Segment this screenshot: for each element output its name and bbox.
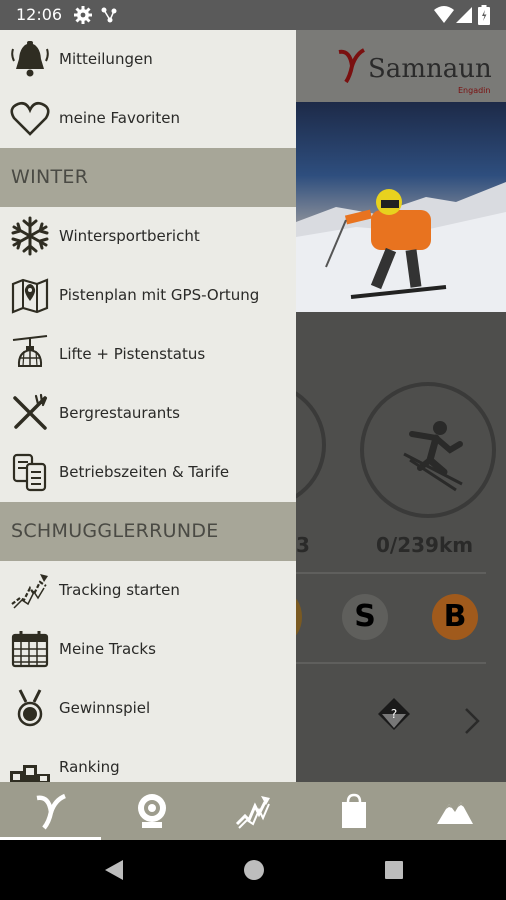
skier-icon xyxy=(403,421,463,492)
menu-item-label: Wintersportbericht xyxy=(59,227,200,245)
menu-item-betriebszeiten[interactable]: Betriebszeiten & Tarife xyxy=(0,443,296,502)
samnaun-logo-icon xyxy=(36,793,66,830)
tab-shop[interactable] xyxy=(303,782,404,840)
menu-item-label: Lifte + Pistenstatus xyxy=(59,345,206,363)
logo-subtext: Engadin xyxy=(458,86,491,95)
menu-item-ranking[interactable]: Ranking xyxy=(0,738,296,782)
samnaun-logo[interactable]: Samnaun Engadin xyxy=(336,46,496,96)
menu-item-label: Tracking starten xyxy=(59,581,180,599)
section-header-winter: WINTER xyxy=(0,148,296,207)
ticket-icon xyxy=(10,452,50,492)
network-icon xyxy=(100,6,118,28)
heart-icon xyxy=(10,98,50,138)
hero-skier-image xyxy=(296,102,506,312)
chevron-right-icon[interactable] xyxy=(462,706,482,740)
tab-webcam[interactable] xyxy=(101,782,202,840)
menu-item-mitteilungen[interactable]: Mitteilungen xyxy=(0,30,296,89)
svg-text:?: ? xyxy=(391,707,397,721)
menu-item-label: Ranking xyxy=(59,758,120,776)
shopping-bag-icon xyxy=(342,793,366,828)
mountain-icon xyxy=(437,802,473,824)
status-bar: 12:06 xyxy=(0,0,506,30)
tab-home[interactable] xyxy=(0,782,101,840)
menu-item-favoriten[interactable]: meine Favoriten xyxy=(0,89,296,148)
podium-icon xyxy=(10,747,50,782)
badge-b[interactable]: B xyxy=(432,594,478,640)
menu-item-label: Betriebszeiten & Tarife xyxy=(59,463,230,481)
map-pin-icon xyxy=(10,275,50,315)
battery-icon xyxy=(478,5,490,29)
section-header-label: SCHMUGGLERRUNDE xyxy=(11,520,219,542)
status-time: 12:06 xyxy=(16,5,63,24)
tab-mountains[interactable] xyxy=(404,782,505,840)
stat-left-value: 3 xyxy=(296,533,310,557)
menu-item-label: Pistenplan mit GPS-Ortung xyxy=(59,286,260,304)
bell-icon xyxy=(10,39,50,79)
section-header-label: WINTER xyxy=(11,166,89,188)
menu-item-label: Meine Tracks xyxy=(59,640,156,658)
menu-item-gewinnspiel[interactable]: Gewinnspiel xyxy=(0,679,296,738)
back-icon[interactable] xyxy=(103,858,125,886)
home-icon[interactable] xyxy=(243,858,265,886)
calendar-icon xyxy=(10,629,50,669)
signal-icon xyxy=(456,6,472,28)
menu-item-meine-tracks[interactable]: Meine Tracks xyxy=(0,620,296,679)
recents-icon[interactable] xyxy=(383,858,405,886)
menu-item-label: meine Favoriten xyxy=(59,109,180,127)
badge-s[interactable]: S xyxy=(342,594,388,640)
gear-icon xyxy=(74,6,92,28)
stat-circle-slopes[interactable] xyxy=(360,382,496,518)
system-navigation-bar xyxy=(0,840,506,900)
menu-item-pistenplan[interactable]: Pistenplan mit GPS-Ortung xyxy=(0,266,296,325)
navigation-drawer: Mitteilungen meine Favoriten WINTER Wint… xyxy=(0,30,296,782)
menu-item-label: Bergrestaurants xyxy=(59,404,180,422)
stat-slopes-value: 0/239km xyxy=(376,533,474,557)
tab-tracking[interactable] xyxy=(202,782,303,840)
wifi-icon xyxy=(434,6,454,28)
menu-item-tracking-starten[interactable]: Tracking starten xyxy=(0,561,296,620)
gondola-icon xyxy=(10,334,50,374)
section-header-schmugglerrunde: SCHMUGGLERRUNDE xyxy=(0,502,296,561)
divider xyxy=(296,662,486,664)
bottom-tab-bar xyxy=(0,782,506,840)
samnaun-logo-icon xyxy=(338,48,365,84)
menu-item-label: Mitteilungen xyxy=(59,50,153,68)
menu-item-wintersportbericht[interactable]: Wintersportbericht xyxy=(0,207,296,266)
fork-knife-icon xyxy=(10,393,50,433)
avalanche-warning-icon[interactable]: ? xyxy=(376,696,412,740)
medal-icon xyxy=(10,688,50,728)
menu-item-label: Gewinnspiel xyxy=(59,699,151,717)
tracking-icon xyxy=(235,796,270,829)
logo-text: Samnaun xyxy=(368,54,492,84)
menu-item-lifte[interactable]: Lifte + Pistenstatus xyxy=(0,325,296,384)
tracking-icon xyxy=(10,570,50,610)
snowflake-icon xyxy=(10,216,50,256)
divider xyxy=(296,572,486,574)
webcam-icon xyxy=(138,794,166,828)
menu-item-bergrestaurants[interactable]: Bergrestaurants xyxy=(0,384,296,443)
